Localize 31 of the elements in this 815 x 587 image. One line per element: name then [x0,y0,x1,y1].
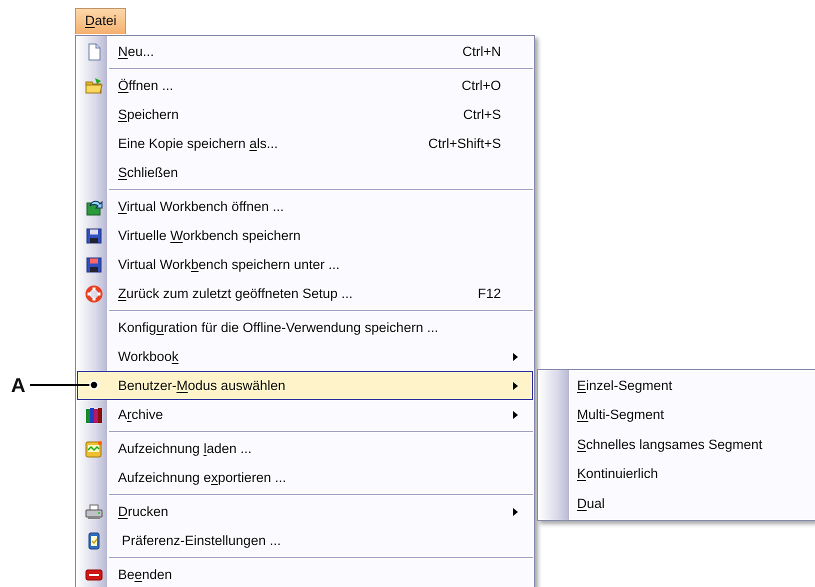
menu-item[interactable]: Einzel-Segment [539,371,814,400]
menu-title[interactable]: Datei [75,8,126,34]
menu-item[interactable]: Schließen [77,158,533,188]
menu-item[interactable]: Neu... Ctrl+N [77,37,533,66]
menu-item[interactable]: Zurück zum zuletzt geöffneten Setup ... F12 [77,279,533,308]
menu-item[interactable]: Benutzer-Modus auswählen [77,371,533,400]
menu-item[interactable]: Eine Kopie speichern als... Ctrl+Shift+S [77,129,533,158]
menu-item[interactable]: Kontinuierlich [539,460,814,489]
menu-item[interactable]: Drucken [77,497,533,526]
lifebuoy-icon [84,284,102,303]
menu-item[interactable]: Schnelles langsames Segment [539,430,814,460]
box-arrow-icon [84,198,102,216]
menu-item[interactable]: Aufzeichnung exportieren ... [77,463,533,492]
menu-item[interactable]: Archive [77,400,533,430]
menu-item[interactable]: Öffnen ... Ctrl+O [77,71,533,100]
menu-item[interactable]: Speichern Ctrl+S [77,100,533,130]
menu-item[interactable]: Workbook [77,342,533,372]
menu-item[interactable]: Aufzeichnung laden ... [77,434,533,464]
menu-item[interactable]: Virtual Workbench öffnen ... [77,192,533,222]
menu-item[interactable]: Virtuelle Workbench speichern [77,221,533,250]
printer-icon [84,502,102,521]
menu-item[interactable]: Dual [539,489,814,518]
callout-label: A [11,376,26,396]
menu-item[interactable]: Beenden [77,560,533,587]
books-icon [84,406,102,424]
menu-item[interactable]: Präferenz-Einstellungen ... [77,526,533,556]
menu-item[interactable]: Konfiguration für die Offline-Verwendung speichern ... [77,313,533,342]
menu-item[interactable]: Virtual Workbench speichern unter ... [77,250,533,280]
menu-item[interactable]: Multi-Segment [539,400,814,430]
folder-chart-icon [84,440,102,458]
folder-icon [84,76,102,95]
